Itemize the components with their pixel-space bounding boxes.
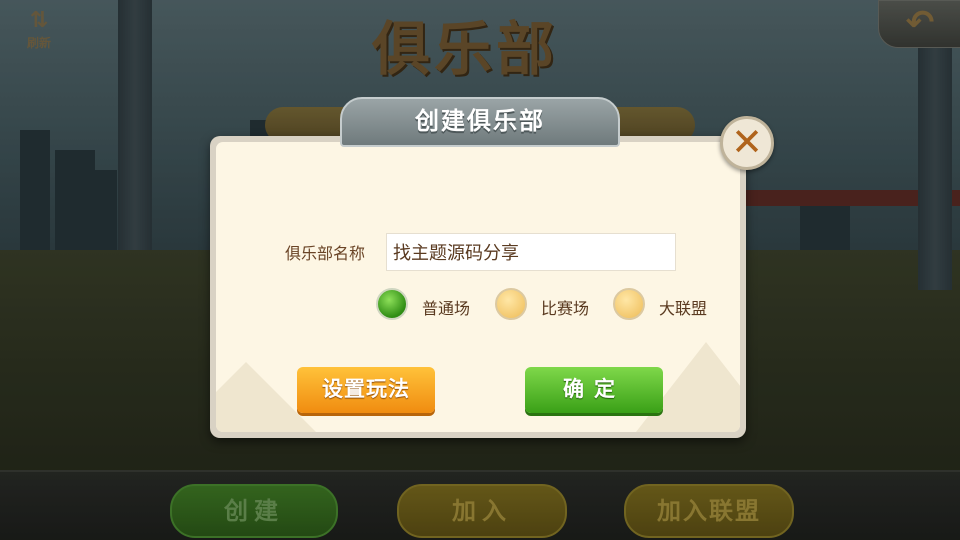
mode-label: 大联盟 <box>659 299 708 318</box>
radio-unselected-icon <box>495 288 527 320</box>
radio-unselected-icon <box>613 288 645 320</box>
mode-radio-match[interactable]: 比赛场 <box>495 288 605 324</box>
dialog-title-plate: 创建俱乐部 <box>340 97 620 147</box>
create-club-dialog <box>210 136 746 438</box>
mode-radio-normal[interactable]: 普通场 <box>376 288 486 324</box>
close-button[interactable]: ✕ <box>720 116 774 170</box>
confirm-button[interactable]: 确定 <box>525 367 663 413</box>
close-x-icon: ✕ <box>731 120 763 164</box>
mode-radio-alliance[interactable]: 大联盟 <box>613 288 723 324</box>
radio-selected-icon <box>376 288 408 320</box>
mode-label: 普通场 <box>422 299 471 318</box>
dialog-title: 创建俱乐部 <box>415 107 545 135</box>
club-name-label: 俱乐部名称 <box>285 244 366 263</box>
set-rules-button[interactable]: 设置玩法 <box>297 367 435 413</box>
mode-label: 比赛场 <box>541 299 590 318</box>
club-name-input[interactable] <box>386 233 676 271</box>
